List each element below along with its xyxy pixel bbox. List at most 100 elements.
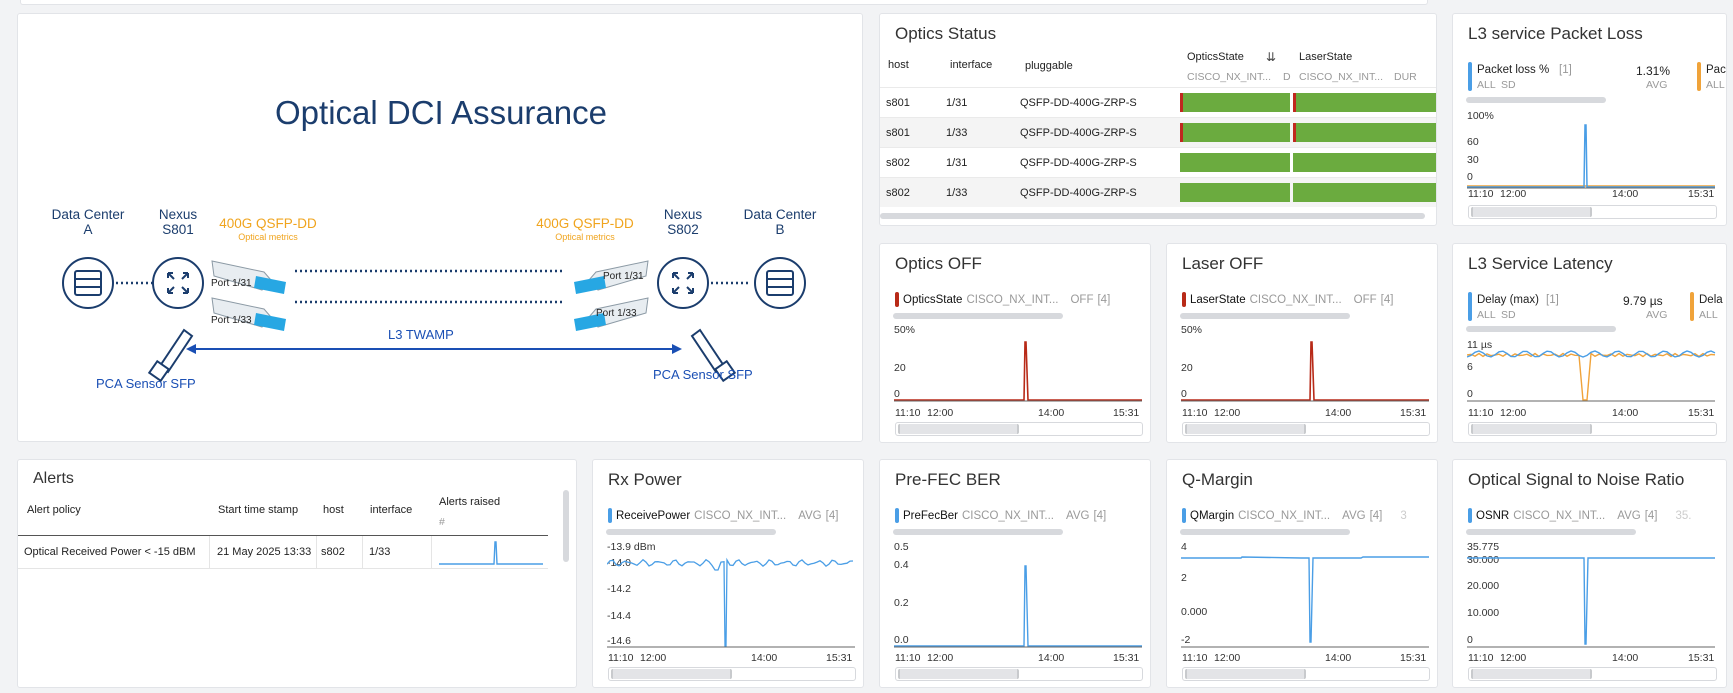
table-row[interactable]: s801 1/33 QSFP-DD-400G-ZRP-S — [880, 117, 1436, 147]
laser-off-title: Laser OFF — [1182, 254, 1264, 273]
legend-scrollbar[interactable] — [1180, 313, 1350, 319]
legend-value: 1.31% — [1636, 64, 1671, 78]
cell-interface: 1/31 — [946, 157, 968, 169]
laser-state-bar[interactable] — [1293, 123, 1436, 142]
legend-name: Packet loss % — [1477, 64, 1550, 76]
legend-swatch — [895, 508, 899, 523]
dc-b-label: Data Center B — [743, 207, 817, 237]
dc-a-label: Data Center A — [51, 207, 125, 237]
osnr-legend[interactable]: OSNR CISCO_NX_INT... AVG [4] 35. — [1468, 508, 1692, 523]
packet-loss-legend[interactable]: Packet loss % [1] ALL SD 1.31% AVG Pac A… — [1468, 62, 1726, 92]
horizontal-scrollbar[interactable] — [880, 213, 1425, 219]
time-range-slider[interactable] — [1468, 205, 1717, 219]
x-tick: 15:31 — [1688, 188, 1715, 200]
cell-host: s801 — [886, 127, 910, 139]
time-range-slider[interactable] — [608, 667, 856, 681]
laser-state-bar[interactable] — [1293, 183, 1436, 202]
x-tick: 14:00 — [1612, 652, 1639, 664]
nexus-b-label: Nexus S802 — [663, 207, 703, 237]
alert-row[interactable]: Optical Received Power < -15 dBM 21 May … — [18, 536, 548, 569]
legend-scrollbar[interactable] — [1466, 97, 1606, 103]
laser-state-bar[interactable] — [1293, 153, 1436, 172]
legend-scrollbar[interactable] — [893, 529, 1063, 535]
alert-sparkline — [439, 541, 543, 565]
port-a1-label: Port 1/31 — [211, 278, 252, 289]
legend-scrollbar[interactable] — [1180, 529, 1350, 535]
legend-scrollbar[interactable] — [893, 313, 1063, 319]
x-tick: 11:10 — [1182, 407, 1208, 419]
optics-state-bar[interactable] — [1180, 123, 1290, 142]
table-row[interactable]: s801 1/31 QSFP-DD-400G-ZRP-S — [880, 87, 1436, 117]
col-host[interactable]: host — [888, 59, 909, 71]
alert-policy: Optical Received Power < -15 dBM — [24, 546, 196, 558]
time-range-slider[interactable] — [1468, 422, 1717, 436]
col-interface[interactable]: interface — [950, 59, 992, 71]
col-laser-sub: CISCO_NX_INT... — [1299, 71, 1384, 83]
optics-state-bar[interactable] — [1180, 183, 1290, 202]
col-host[interactable]: host — [323, 504, 344, 516]
sort-icon[interactable]: ⇊ — [1266, 50, 1276, 64]
col-alerts-raised[interactable]: Alerts raised — [439, 496, 500, 508]
prefec-title: Pre-FEC BER — [895, 470, 1001, 489]
col-pluggable[interactable]: pluggable — [1025, 60, 1073, 72]
time-range-slider[interactable] — [1182, 422, 1430, 436]
laser-state-bar[interactable] — [1293, 93, 1436, 112]
legend-agg: AVG — [1646, 79, 1668, 91]
legend-scrollbar[interactable] — [1466, 529, 1636, 535]
optics-status-title: Optics Status — [895, 24, 997, 43]
col-interface[interactable]: interface — [370, 504, 412, 516]
prefec-legend[interactable]: PreFecBer CISCO_NX_INT... AVG [4] — [895, 508, 1106, 523]
time-range-slider[interactable] — [895, 667, 1143, 681]
legend-extra: 35. — [1675, 509, 1692, 522]
legend-src: CISCO_NX_INT... — [961, 509, 1054, 522]
col-optics-state[interactable]: OpticsState — [1187, 51, 1244, 63]
x-tick: 12:00 — [640, 652, 667, 664]
legend-swatch — [1468, 292, 1472, 321]
laser-off-panel: Laser OFF LaserState CISCO_NX_INT... OFF… — [1166, 243, 1438, 443]
rx-power-legend[interactable]: ReceivePower CISCO_NX_INT... AVG [4] — [608, 508, 838, 523]
legend2-name: Dela — [1699, 294, 1723, 306]
col-alert-policy[interactable]: Alert policy — [27, 504, 81, 516]
server-icon-b — [754, 257, 806, 309]
optics-off-title: Optics OFF — [895, 254, 982, 273]
off-state-marker — [1293, 93, 1296, 112]
laser-off-legend[interactable]: LaserState CISCO_NX_INT... OFF [4] — [1182, 292, 1393, 307]
legend-scrollbar[interactable] — [1466, 326, 1616, 332]
x-tick: 12:00 — [1214, 407, 1241, 419]
x-tick: 15:31 — [1688, 652, 1715, 664]
optics-state-bar[interactable] — [1180, 153, 1290, 172]
vertical-scrollbar[interactable] — [563, 490, 569, 562]
osnr-title: Optical Signal to Noise Ratio — [1468, 470, 1685, 489]
table-row[interactable]: s802 1/33 QSFP-DD-400G-ZRP-S — [880, 177, 1436, 207]
legend-swatch — [895, 292, 899, 307]
cell-host: s801 — [886, 97, 910, 109]
off-state-marker — [1293, 123, 1296, 142]
time-range-slider[interactable] — [1468, 667, 1717, 681]
x-tick: 11:10 — [895, 407, 921, 419]
optics-state-bar[interactable] — [1180, 93, 1290, 112]
time-range-slider[interactable] — [895, 422, 1143, 436]
cell-divider — [316, 536, 317, 569]
x-tick: 14:00 — [1612, 407, 1639, 419]
osnr-panel: Optical Signal to Noise Ratio OSNR CISCO… — [1452, 459, 1727, 688]
legend-name: QMargin — [1190, 509, 1235, 522]
qmargin-legend[interactable]: QMargin CISCO_NX_INT... AVG [4] 3 — [1182, 508, 1407, 523]
legend-name: PreFecBer — [903, 509, 958, 522]
x-tick: 14:00 — [1612, 188, 1639, 200]
qmargin-chart — [1181, 556, 1429, 648]
x-tick: 11:10 — [1182, 652, 1208, 664]
x-tick: 15:31 — [1400, 407, 1427, 419]
legend-agg: AVG — [1617, 509, 1641, 522]
optics-off-legend[interactable]: OpticsState CISCO_NX_INT... OFF [4] — [895, 292, 1110, 307]
time-range-slider[interactable] — [1182, 667, 1430, 681]
col-laser-state[interactable]: LaserState — [1299, 51, 1352, 63]
table-row[interactable]: s802 1/31 QSFP-DD-400G-ZRP-S — [880, 147, 1436, 177]
legend-value: 9.79 µs — [1623, 294, 1663, 308]
col-start-time[interactable]: Start time stamp — [218, 504, 298, 516]
legend-scrollbar[interactable] — [606, 529, 776, 535]
latency-legend[interactable]: Delay (max) [1] ALL SD 9.79 µs AVG Dela … — [1468, 292, 1726, 322]
qsfp-a-label: 400G QSFP-DD — [219, 216, 317, 231]
col-optics-sub2: D — [1283, 71, 1291, 83]
cell-interface: 1/31 — [946, 97, 968, 109]
legend-count: [4] — [1644, 509, 1658, 522]
